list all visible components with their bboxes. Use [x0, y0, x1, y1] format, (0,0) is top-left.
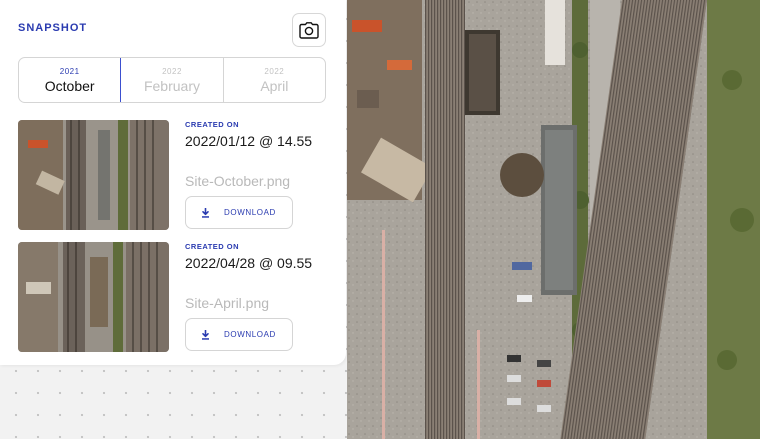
snapshot-thumbnail[interactable]	[18, 120, 169, 230]
snapshot-item: CREATED ON 2022/04/28 @ 09.55 Site-April…	[18, 242, 328, 352]
camera-icon	[299, 21, 319, 39]
snapshot-thumbnail-image	[18, 120, 169, 230]
download-label: DOWNLOAD	[224, 208, 276, 217]
download-button[interactable]: DOWNLOAD	[185, 318, 293, 351]
tab-october[interactable]: 2021 October	[19, 58, 122, 102]
snapshot-meta: CREATED ON 2022/04/28 @ 09.55 Site-April…	[185, 242, 325, 351]
tab-year: 2021	[59, 66, 80, 76]
snapshot-filename: Site-October.png	[185, 173, 291, 189]
snapshot-panel: SNAPSHOT 2021 October 2022 February 2022…	[0, 0, 346, 365]
snapshot-thumbnail[interactable]	[18, 242, 169, 352]
download-icon	[202, 207, 209, 218]
snapshot-meta: CREATED ON 2022/01/12 @ 14.55 Site-Octob…	[185, 120, 325, 229]
period-tabs: 2021 October 2022 February 2022 April	[18, 57, 326, 103]
snapshot-item: CREATED ON 2022/01/12 @ 14.55 Site-Octob…	[18, 120, 328, 230]
panel-title: SNAPSHOT	[18, 22, 88, 34]
created-date: 2022/01/12 @ 14.55	[185, 133, 313, 149]
download-button[interactable]: DOWNLOAD	[185, 196, 293, 229]
tab-month: April	[260, 77, 289, 94]
created-date: 2022/04/28 @ 09.55	[185, 255, 313, 271]
take-snapshot-button[interactable]	[292, 13, 326, 47]
aerial-site-map[interactable]	[347, 0, 760, 439]
tab-month: February	[143, 77, 200, 94]
tab-february[interactable]: 2022 February	[121, 58, 224, 102]
created-on-label: CREATED ON	[185, 120, 240, 129]
tab-year: 2022	[162, 66, 182, 76]
download-icon	[202, 329, 209, 340]
snapshot-thumbnail-image	[18, 242, 169, 352]
tab-month: October	[44, 77, 95, 94]
tab-april[interactable]: 2022 April	[224, 58, 325, 102]
snapshot-filename: Site-April.png	[185, 295, 270, 311]
created-on-label: CREATED ON	[185, 242, 240, 251]
tab-year: 2022	[264, 66, 285, 76]
download-label: DOWNLOAD	[224, 330, 276, 339]
aerial-site-image	[347, 0, 760, 439]
